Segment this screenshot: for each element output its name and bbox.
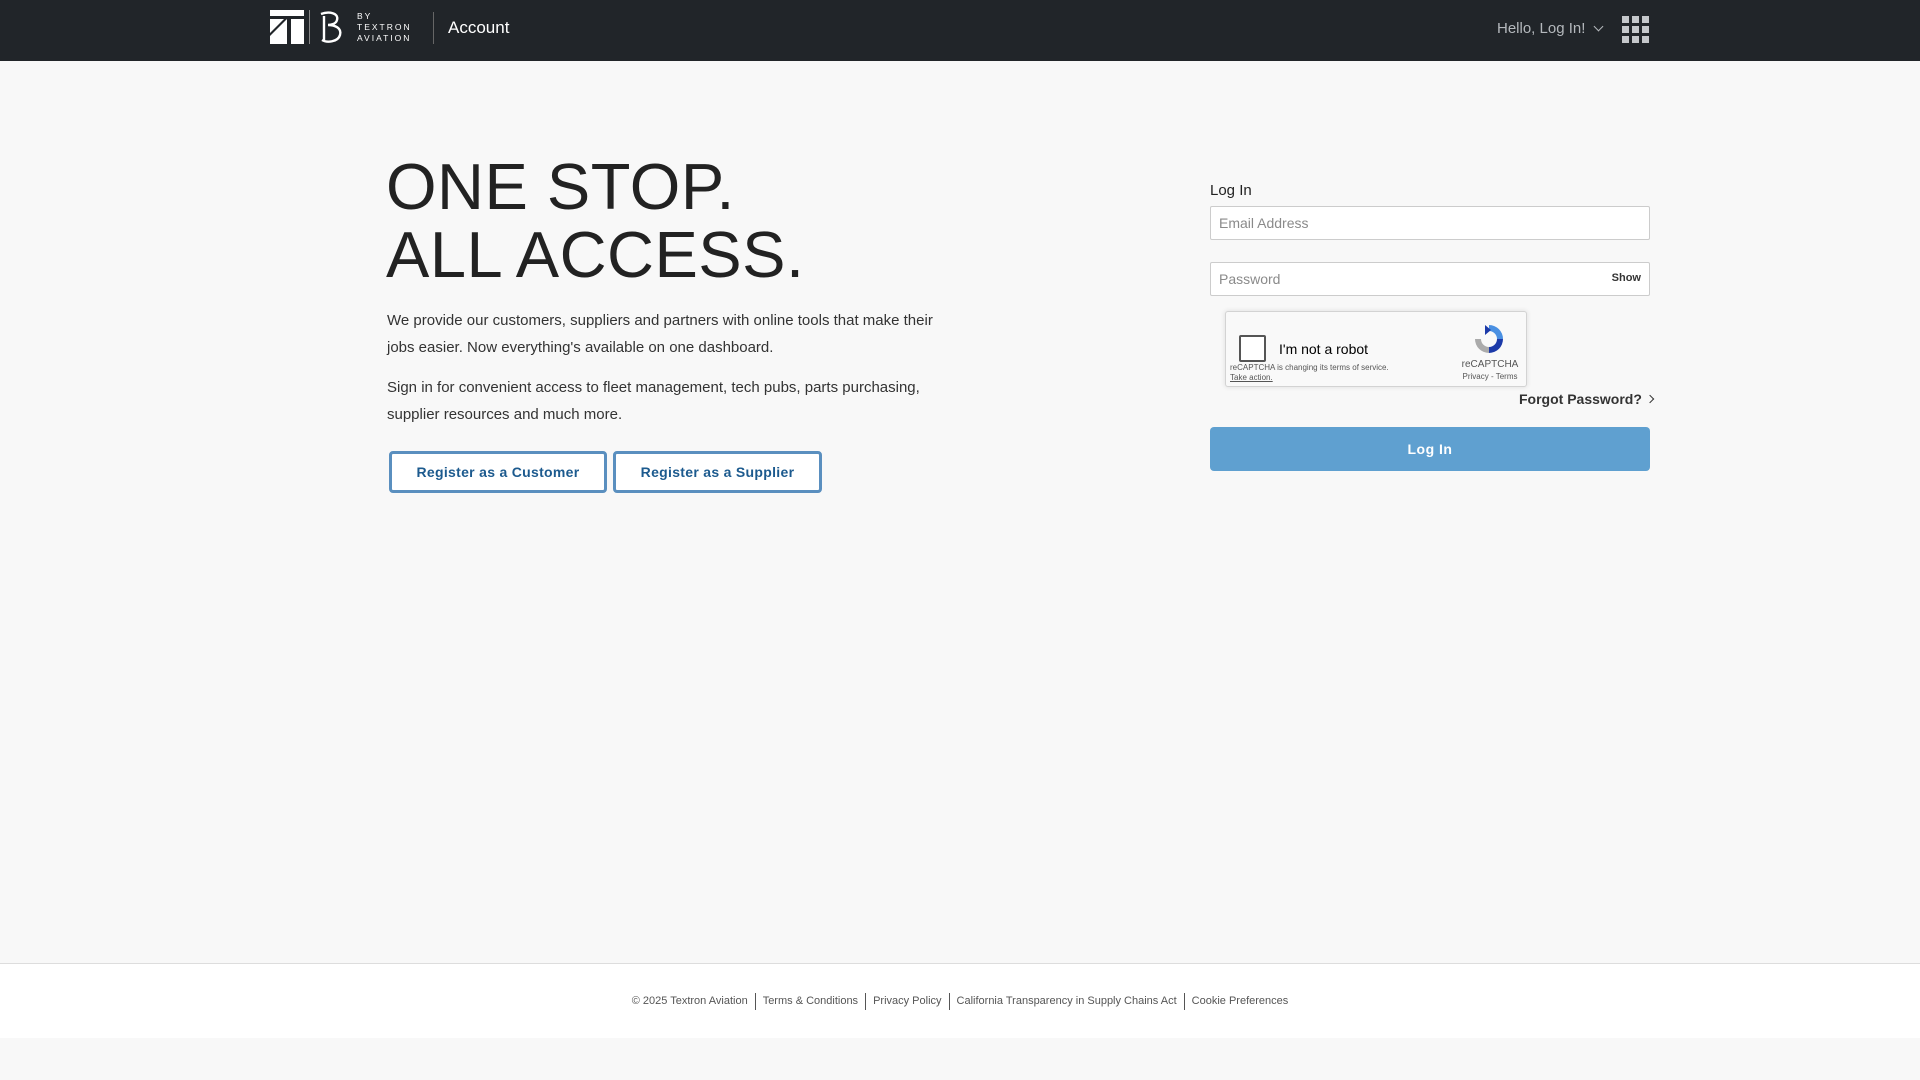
register-customer-button[interactable]: Register as a Customer — [389, 451, 607, 493]
footer-links: © 2025 Textron Aviation Terms & Conditio… — [0, 993, 1920, 1010]
login-submit-button[interactable]: Log In — [1210, 427, 1650, 471]
apps-grid-icon[interactable] — [1622, 16, 1649, 43]
logo-text-aviation: AVIATION — [357, 32, 412, 43]
recaptcha-privacy-terms-links[interactable]: Privacy - Terms — [1458, 372, 1522, 381]
logo-text-textron: TEXTRON — [357, 21, 412, 32]
logo-text: BY TEXTRON AVIATION — [357, 11, 412, 44]
show-password-button[interactable]: Show — [1612, 272, 1641, 284]
page-title[interactable]: Account — [448, 18, 509, 38]
password-field-wrapper: Show — [1210, 262, 1650, 296]
logo-separator — [309, 10, 310, 44]
recaptcha-take-action-link[interactable]: Take action. — [1230, 373, 1273, 382]
footer-link-terms[interactable]: Terms & Conditions — [754, 993, 865, 1010]
footer-link-cookie-preferences[interactable]: Cookie Preferences — [1183, 993, 1296, 1010]
email-field-wrapper — [1210, 206, 1650, 240]
password-input[interactable] — [1211, 263, 1603, 295]
header-divider — [433, 12, 434, 44]
recaptcha-checkbox[interactable] — [1239, 335, 1266, 362]
recaptcha-notice: reCAPTCHA is changing its terms of servi… — [1230, 363, 1389, 372]
email-input[interactable] — [1211, 207, 1649, 239]
beechcraft-b-icon — [320, 11, 342, 43]
textron-aviation-logo-icon — [270, 10, 304, 44]
footer-copyright: © 2025 Textron Aviation — [631, 995, 748, 1007]
footer-link-privacy[interactable]: Privacy Policy — [865, 993, 948, 1010]
hero-description: We provide our customers, suppliers and … — [387, 312, 933, 356]
register-supplier-button[interactable]: Register as a Supplier — [613, 451, 822, 493]
login-heading: Log In — [1210, 182, 1252, 199]
forgot-password-link[interactable]: Forgot Password? — [1519, 391, 1655, 407]
hero-title-line1: ONE STOP. — [386, 150, 735, 223]
user-menu[interactable]: Hello, Log In! — [1497, 20, 1604, 37]
chevron-right-icon — [1645, 394, 1655, 404]
hero-signin-info: Sign in for convenient access to fleet m… — [387, 379, 920, 423]
footer-link-california-transparency[interactable]: California Transparency in Supply Chains… — [948, 993, 1184, 1010]
chevron-down-icon — [1593, 21, 1604, 31]
hero-title: ONE STOP. ALL ACCESS. — [386, 153, 805, 289]
hero-title-line2: ALL ACCESS. — [386, 218, 805, 291]
textron-aviation-logo[interactable]: BY TEXTRON AVIATION — [270, 9, 412, 45]
top-navbar: BY TEXTRON AVIATION Account Hello, Log I… — [0, 0, 1920, 61]
forgot-password-label: Forgot Password? — [1519, 391, 1642, 407]
user-menu-label: Hello, Log In! — [1497, 20, 1586, 37]
recaptcha-widget: I'm not a robot reCAPTCHA is changing it… — [1225, 311, 1527, 387]
recaptcha-brand: reCAPTCHA — [1461, 359, 1519, 370]
recaptcha-logo-icon — [1475, 325, 1503, 353]
recaptcha-label: I'm not a robot — [1279, 341, 1369, 357]
logo-text-by: BY — [357, 10, 373, 21]
footer: © 2025 Textron Aviation Terms & Conditio… — [0, 963, 1920, 1038]
